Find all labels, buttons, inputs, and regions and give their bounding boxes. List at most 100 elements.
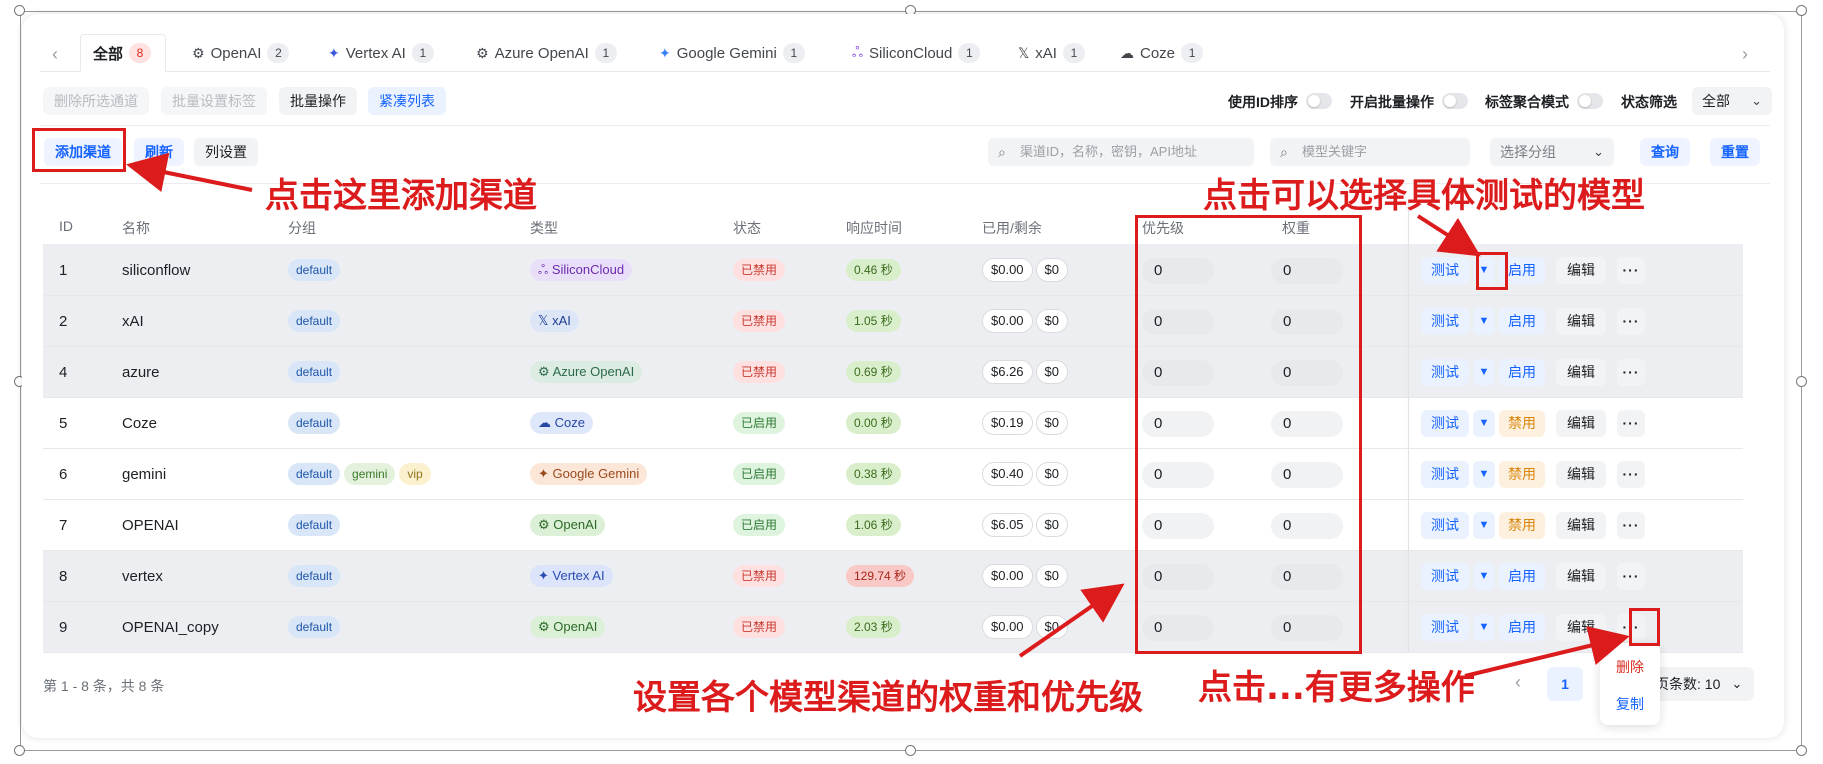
remaining-amount[interactable]: $0 <box>1035 360 1069 384</box>
delete-selected-button[interactable]: 删除所选通道 <box>43 87 149 115</box>
cell-balance: $0.19 $0 <box>982 398 1071 448</box>
status-filter-select[interactable]: 全部 ⌄ <box>1692 87 1772 115</box>
resize-handle[interactable] <box>14 745 25 756</box>
tab-all[interactable]: 全部 8 <box>80 34 166 72</box>
enable-batch-toggle[interactable] <box>1442 93 1468 109</box>
test-model-dropdown[interactable]: ▼ <box>1473 614 1495 641</box>
test-model-dropdown[interactable]: ▼ <box>1473 461 1495 488</box>
response-time-badge[interactable]: 0.38 秒 <box>846 463 901 485</box>
test-model-dropdown[interactable]: ▼ <box>1473 410 1495 437</box>
used-amount[interactable]: $0.19 <box>982 411 1033 435</box>
tab-azure-openai[interactable]: ⚙ Azure OpenAI 1 <box>464 34 629 72</box>
refresh-button[interactable]: 刷新 <box>134 138 184 166</box>
response-time-badge[interactable]: 1.05 秒 <box>846 310 901 332</box>
test-button[interactable]: 测试 <box>1421 461 1469 488</box>
response-time-badge[interactable]: 0.69 秒 <box>846 361 901 383</box>
more-actions-button[interactable]: ··· <box>1617 512 1645 539</box>
pager-page-1[interactable]: 1 <box>1547 667 1583 701</box>
used-amount[interactable]: $0.00 <box>982 615 1033 639</box>
edit-button[interactable]: 编辑 <box>1556 563 1606 590</box>
response-time-badge[interactable]: 0.00 秒 <box>846 412 901 434</box>
test-model-dropdown[interactable]: ▼ <box>1473 308 1495 335</box>
response-time-badge[interactable]: 129.74 秒 <box>846 565 915 587</box>
tab-siliconcloud[interactable]: ஃ SiliconCloud 1 <box>840 34 992 72</box>
disable-button[interactable]: 禁用 <box>1499 410 1545 437</box>
more-actions-button[interactable]: ··· <box>1617 308 1645 335</box>
remaining-amount[interactable]: $0 <box>1035 309 1069 333</box>
resize-handle[interactable] <box>905 745 916 756</box>
test-button[interactable]: 测试 <box>1421 410 1469 437</box>
reset-button[interactable]: 重置 <box>1710 138 1760 166</box>
remaining-amount[interactable]: $0 <box>1035 513 1069 537</box>
used-amount[interactable]: $0.00 <box>982 309 1033 333</box>
pager-prev-icon[interactable]: ‹ <box>1515 672 1521 693</box>
remaining-amount[interactable]: $0 <box>1035 258 1069 282</box>
enable-batch-label: 开启批量操作 <box>1350 94 1434 110</box>
edit-button[interactable]: 编辑 <box>1556 308 1606 335</box>
test-button[interactable]: 测试 <box>1421 257 1469 284</box>
remaining-amount[interactable]: $0 <box>1035 411 1069 435</box>
resize-handle[interactable] <box>1796 5 1807 16</box>
more-actions-button[interactable]: ··· <box>1617 461 1645 488</box>
disable-button[interactable]: 禁用 <box>1499 512 1545 539</box>
tab-google-gemini[interactable]: ✦ Google Gemini 1 <box>647 34 817 72</box>
used-amount[interactable]: $0.40 <box>982 462 1033 486</box>
edit-button[interactable]: 编辑 <box>1556 512 1606 539</box>
response-time-badge[interactable]: 1.06 秒 <box>846 514 901 536</box>
tag-aggregate-toggle[interactable] <box>1577 93 1603 109</box>
remaining-amount[interactable]: $0 <box>1035 615 1069 639</box>
channel-search-input[interactable]: ⌕ 渠道ID，名称，密钥，API地址 <box>988 138 1254 166</box>
remaining-amount[interactable]: $0 <box>1035 564 1069 588</box>
resize-handle[interactable] <box>1796 376 1807 387</box>
more-actions-button[interactable]: ··· <box>1617 359 1645 386</box>
test-model-dropdown[interactable]: ▼ <box>1473 512 1495 539</box>
tabs-next-icon[interactable]: › <box>1742 44 1748 65</box>
model-keyword-input[interactable]: ⌕ 模型关键字 <box>1270 138 1470 166</box>
disable-button[interactable]: 禁用 <box>1499 461 1545 488</box>
edit-button[interactable]: 编辑 <box>1556 410 1606 437</box>
tab-vertex-ai[interactable]: ✦ Vertex AI 1 <box>316 34 446 72</box>
response-time-badge[interactable]: 2.03 秒 <box>846 616 901 638</box>
used-amount[interactable]: $6.05 <box>982 513 1033 537</box>
copy-menu-item[interactable]: 复制 <box>1600 694 1660 714</box>
test-button[interactable]: 测试 <box>1421 308 1469 335</box>
column-settings-button[interactable]: 列设置 <box>194 138 258 166</box>
edit-button[interactable]: 编辑 <box>1556 461 1606 488</box>
tab-xai[interactable]: 𝕏 xAI 1 <box>1006 34 1097 72</box>
page-size-select[interactable]: 页条数: 10 ⌄ <box>1645 667 1755 701</box>
tab-openai[interactable]: ⚙ OpenAI 2 <box>180 34 301 72</box>
test-button[interactable]: 测试 <box>1421 359 1469 386</box>
enable-button[interactable]: 启用 <box>1499 614 1545 641</box>
response-time-badge[interactable]: 0.46 秒 <box>846 259 901 281</box>
more-actions-button[interactable]: ··· <box>1617 410 1645 437</box>
used-amount[interactable]: $0.00 <box>982 564 1033 588</box>
edit-button[interactable]: 编辑 <box>1556 614 1606 641</box>
edit-button[interactable]: 编辑 <box>1556 359 1606 386</box>
test-button[interactable]: 测试 <box>1421 563 1469 590</box>
use-id-sort-toggle[interactable] <box>1306 93 1332 109</box>
resize-handle[interactable] <box>1796 745 1807 756</box>
delete-menu-item[interactable]: 删除 <box>1600 657 1660 677</box>
tab-coze[interactable]: ☁ Coze 1 <box>1108 34 1215 72</box>
resize-handle[interactable] <box>14 5 25 16</box>
tabs-prev-icon[interactable]: ‹ <box>52 44 58 65</box>
compact-list-button[interactable]: 紧凑列表 <box>368 87 446 115</box>
test-model-dropdown[interactable]: ▼ <box>1473 563 1495 590</box>
batch-ops-button[interactable]: 批量操作 <box>279 87 357 115</box>
enable-button[interactable]: 启用 <box>1499 359 1545 386</box>
batch-tag-button[interactable]: 批量设置标签 <box>161 87 267 115</box>
more-actions-button[interactable]: ··· <box>1617 563 1645 590</box>
used-amount[interactable]: $6.26 <box>982 360 1033 384</box>
enable-button[interactable]: 启用 <box>1499 563 1545 590</box>
group-select[interactable]: 选择分组 ⌄ <box>1490 138 1614 166</box>
more-actions-button[interactable]: ··· <box>1617 257 1645 284</box>
test-button[interactable]: 测试 <box>1421 512 1469 539</box>
edit-button[interactable]: 编辑 <box>1556 257 1606 284</box>
used-amount[interactable]: $0.00 <box>982 258 1033 282</box>
remaining-amount[interactable]: $0 <box>1035 462 1069 486</box>
test-button[interactable]: 测试 <box>1421 614 1469 641</box>
query-button[interactable]: 查询 <box>1640 138 1690 166</box>
enable-button[interactable]: 启用 <box>1499 308 1545 335</box>
group-tag: default <box>288 514 341 536</box>
test-model-dropdown[interactable]: ▼ <box>1473 359 1495 386</box>
